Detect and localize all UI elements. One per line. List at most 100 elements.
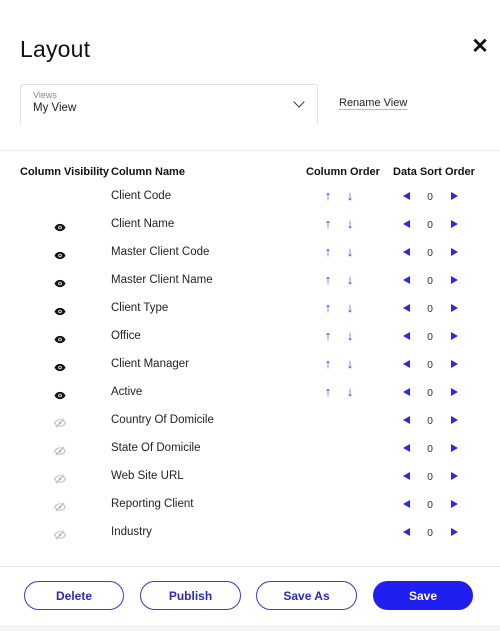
divider [0, 150, 500, 151]
eye-off-icon[interactable] [54, 471, 68, 484]
sort-right-icon[interactable] [451, 220, 458, 228]
sort-right-icon[interactable] [451, 472, 458, 480]
sort-left-icon[interactable] [403, 360, 410, 368]
sort-left-icon[interactable] [403, 248, 410, 256]
table-row: Office ↑ ↓ 0 [0, 323, 500, 351]
sort-left-icon[interactable] [403, 388, 410, 396]
column-name: Client Type [111, 302, 169, 314]
column-name: Active [111, 386, 143, 398]
column-name: Master Client Name [111, 274, 213, 286]
sort-value: 0 [427, 499, 433, 511]
eye-off-icon[interactable] [54, 415, 68, 428]
arrow-up-icon[interactable]: ↑ [322, 217, 334, 231]
close-icon[interactable]: ✕ [470, 36, 490, 57]
column-name: Office [111, 330, 141, 342]
sort-left-icon[interactable] [403, 528, 410, 536]
column-name: Reporting Client [111, 498, 194, 510]
table-row: Reporting Client 0 [0, 491, 500, 519]
sort-left-icon[interactable] [403, 444, 410, 452]
sort-value: 0 [427, 527, 433, 539]
sort-right-icon[interactable] [451, 500, 458, 508]
header-column-order: Column Order [306, 166, 380, 178]
publish-button[interactable]: Publish [140, 581, 241, 610]
sort-right-icon[interactable] [451, 332, 458, 340]
eye-icon[interactable] [54, 219, 68, 232]
arrow-down-icon[interactable]: ↓ [344, 385, 356, 399]
column-name: Client Name [111, 218, 175, 230]
arrow-down-icon[interactable]: ↓ [344, 301, 356, 315]
eye-off-icon[interactable] [54, 499, 68, 512]
arrow-down-icon[interactable]: ↓ [344, 329, 356, 343]
sort-left-icon[interactable] [403, 332, 410, 340]
sort-value: 0 [427, 247, 433, 259]
sort-right-icon[interactable] [451, 444, 458, 452]
save-as-button[interactable]: Save As [256, 581, 357, 610]
eye-icon[interactable] [54, 247, 68, 260]
eye-icon[interactable] [54, 359, 68, 372]
sort-left-icon[interactable] [403, 500, 410, 508]
arrow-down-icon[interactable]: ↓ [344, 245, 356, 259]
arrow-down-icon[interactable]: ↓ [344, 357, 356, 371]
table-row: Master Client Code ↑ ↓ 0 [0, 239, 500, 267]
sort-left-icon[interactable] [403, 192, 410, 200]
sort-left-icon[interactable] [403, 276, 410, 284]
rename-view-link[interactable]: Rename View [339, 97, 407, 109]
table-row: Client Code ↑ ↓ 0 [0, 183, 500, 211]
sort-value: 0 [427, 275, 433, 287]
table-row: Master Client Name ↑ ↓ 0 [0, 267, 500, 295]
sort-value: 0 [427, 415, 433, 427]
arrow-up-icon[interactable]: ↑ [322, 273, 334, 287]
header-column-name: Column Name [111, 166, 185, 178]
table-row: Active ↑ ↓ 0 [0, 379, 500, 407]
arrow-up-icon[interactable]: ↑ [322, 301, 334, 315]
sort-left-icon[interactable] [403, 472, 410, 480]
arrow-down-icon[interactable]: ↓ [344, 189, 356, 203]
eye-icon[interactable] [54, 275, 68, 288]
sort-value: 0 [427, 359, 433, 371]
eye-icon[interactable] [54, 331, 68, 344]
table-row: Industry 0 [0, 519, 500, 547]
arrow-down-icon[interactable]: ↓ [344, 217, 356, 231]
table-row: Country Of Domicile 0 [0, 407, 500, 435]
column-name: Industry [111, 526, 152, 538]
sort-right-icon[interactable] [451, 528, 458, 536]
arrow-up-icon[interactable]: ↑ [322, 385, 334, 399]
sort-right-icon[interactable] [451, 388, 458, 396]
sort-right-icon[interactable] [451, 276, 458, 284]
sort-right-icon[interactable] [451, 304, 458, 312]
column-name: Client Manager [111, 358, 189, 370]
table-row: Web Site URL 0 [0, 463, 500, 491]
arrow-up-icon[interactable]: ↑ [322, 245, 334, 259]
column-name: Web Site URL [111, 470, 184, 482]
eye-off-icon[interactable] [54, 527, 68, 540]
sort-value: 0 [427, 387, 433, 399]
sort-right-icon[interactable] [451, 248, 458, 256]
header-data-sort-order: Data Sort Order [393, 166, 475, 178]
arrow-down-icon[interactable]: ↓ [344, 273, 356, 287]
save-button[interactable]: Save [373, 581, 473, 610]
column-name: Country Of Domicile [111, 414, 214, 426]
sort-value: 0 [427, 443, 433, 455]
sort-value: 0 [427, 191, 433, 203]
eye-off-icon[interactable] [54, 443, 68, 456]
sort-right-icon[interactable] [451, 416, 458, 424]
sort-right-icon[interactable] [451, 360, 458, 368]
sort-right-icon[interactable] [451, 192, 458, 200]
delete-button[interactable]: Delete [24, 581, 124, 610]
views-label: Views [33, 90, 57, 100]
table-row: State Of Domicile 0 [0, 435, 500, 463]
sort-left-icon[interactable] [403, 416, 410, 424]
views-select[interactable]: Views My View [20, 84, 318, 124]
sort-left-icon[interactable] [403, 220, 410, 228]
arrow-up-icon[interactable]: ↑ [322, 329, 334, 343]
eye-icon[interactable] [54, 303, 68, 316]
column-name: Client Code [111, 190, 172, 202]
sort-left-icon[interactable] [403, 304, 410, 312]
layout-dialog: Layout ✕ Views My View Rename View Colum… [0, 0, 500, 631]
sort-value: 0 [427, 219, 433, 231]
arrow-up-icon[interactable]: ↑ [322, 357, 334, 371]
column-name: Master Client Code [111, 246, 210, 258]
table-row: Client Name ↑ ↓ 0 [0, 211, 500, 239]
arrow-up-icon[interactable]: ↑ [322, 189, 334, 203]
eye-icon[interactable] [54, 387, 68, 400]
